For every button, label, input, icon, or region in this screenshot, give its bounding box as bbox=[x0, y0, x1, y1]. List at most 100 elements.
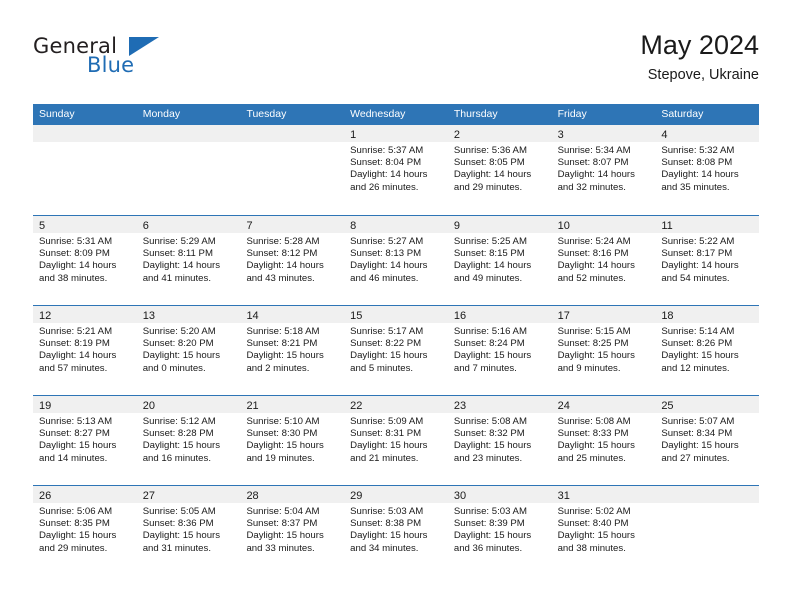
general-blue-logo[interactable]: General Blue bbox=[33, 34, 233, 90]
day-number: 17 bbox=[557, 310, 570, 322]
sunset-line: Sunset: 8:15 PM bbox=[453, 248, 525, 260]
day-cell[interactable]: 30 Sunrise: 5:03 AM Sunset: 8:39 PM Dayl… bbox=[447, 486, 552, 575]
day-cell[interactable]: 11 Sunrise: 5:22 AM Sunset: 8:17 PM Dayl… bbox=[655, 216, 760, 305]
day-cell[interactable]: 12 Sunrise: 5:21 AM Sunset: 8:19 PM Dayl… bbox=[33, 306, 137, 395]
sunrise-line: Sunrise: 5:15 AM bbox=[557, 326, 631, 337]
daylight-line-1: Daylight: 15 hours bbox=[453, 530, 532, 542]
sunset-line: Sunset: 8:19 PM bbox=[39, 338, 110, 350]
daylight-line-1: Daylight: 15 hours bbox=[453, 440, 532, 452]
daylight-line-1: Daylight: 14 hours bbox=[142, 260, 221, 272]
daylight-line-2: and 25 minutes. bbox=[557, 452, 626, 464]
day-number-band: 7 bbox=[240, 216, 345, 233]
day-cell[interactable]: 29 Sunrise: 5:03 AM Sunset: 8:38 PM Dayl… bbox=[344, 486, 448, 575]
day-number-band: 1 bbox=[344, 125, 448, 142]
sunset-line: Sunset: 8:25 PM bbox=[557, 338, 629, 350]
sunset-line: Sunset: 8:31 PM bbox=[350, 428, 422, 440]
day-number: 24 bbox=[557, 400, 570, 412]
day-cell[interactable]: 16 Sunrise: 5:16 AM Sunset: 8:24 PM Dayl… bbox=[447, 306, 552, 395]
day-number: 5 bbox=[39, 220, 46, 232]
day-details: Sunrise: 5:15 AM Sunset: 8:25 PM Dayligh… bbox=[552, 323, 656, 375]
day-cell[interactable]: 25 Sunrise: 5:07 AM Sunset: 8:34 PM Dayl… bbox=[655, 396, 760, 485]
sunrise-line: Sunrise: 5:04 AM bbox=[246, 506, 320, 517]
day-cell[interactable]: 26 Sunrise: 5:06 AM Sunset: 8:35 PM Dayl… bbox=[33, 486, 137, 575]
day-number: 27 bbox=[142, 490, 155, 502]
day-cell[interactable]: 4 Sunrise: 5:32 AM Sunset: 8:08 PM Dayli… bbox=[655, 125, 760, 215]
day-cell[interactable]: 24 Sunrise: 5:08 AM Sunset: 8:33 PM Dayl… bbox=[551, 396, 656, 485]
daylight-line-2: and 29 minutes. bbox=[453, 181, 523, 193]
weekday-header-friday: Friday bbox=[557, 108, 587, 120]
sunrise-line: Sunrise: 5:24 AM bbox=[557, 236, 631, 247]
day-cell[interactable]: 22 Sunrise: 5:09 AM Sunset: 8:31 PM Dayl… bbox=[344, 396, 448, 485]
daylight-line-2: and 21 minutes. bbox=[350, 452, 419, 464]
sunrise-line: Sunrise: 5:12 AM bbox=[142, 416, 216, 427]
daylight-line-2: and 16 minutes. bbox=[142, 452, 211, 464]
daylight-line-1: Daylight: 15 hours bbox=[142, 530, 221, 542]
week-row: 19 Sunrise: 5:13 AM Sunset: 8:27 PM Dayl… bbox=[33, 395, 760, 485]
day-cell[interactable]: 27 Sunrise: 5:05 AM Sunset: 8:36 PM Dayl… bbox=[136, 486, 241, 575]
sunrise-line: Sunrise: 5:09 AM bbox=[350, 416, 424, 427]
day-number: 2 bbox=[453, 129, 460, 141]
day-details: Sunrise: 5:21 AM Sunset: 8:19 PM Dayligh… bbox=[33, 323, 137, 375]
sunset-line: Sunset: 8:16 PM bbox=[557, 248, 629, 260]
day-cell[interactable]: 23 Sunrise: 5:08 AM Sunset: 8:32 PM Dayl… bbox=[447, 396, 552, 485]
day-cell[interactable]: 2 Sunrise: 5:36 AM Sunset: 8:05 PM Dayli… bbox=[447, 125, 552, 215]
day-number: 13 bbox=[142, 310, 155, 322]
day-number-band: 28 bbox=[240, 486, 345, 503]
day-cell[interactable]: 31 Sunrise: 5:02 AM Sunset: 8:40 PM Dayl… bbox=[551, 486, 656, 575]
day-number-band: 5 bbox=[33, 216, 137, 233]
day-cell[interactable] bbox=[33, 125, 137, 215]
day-cell[interactable]: 6 Sunrise: 5:29 AM Sunset: 8:11 PM Dayli… bbox=[136, 216, 241, 305]
day-cell[interactable]: 7 Sunrise: 5:28 AM Sunset: 8:12 PM Dayli… bbox=[240, 216, 345, 305]
day-cell[interactable]: 14 Sunrise: 5:18 AM Sunset: 8:21 PM Dayl… bbox=[240, 306, 345, 395]
day-cell[interactable]: 1 Sunrise: 5:37 AM Sunset: 8:04 PM Dayli… bbox=[344, 125, 448, 215]
day-details: Sunrise: 5:09 AM Sunset: 8:31 PM Dayligh… bbox=[344, 413, 448, 465]
sunset-line: Sunset: 8:28 PM bbox=[142, 428, 214, 440]
day-number: 12 bbox=[39, 310, 52, 322]
day-cell[interactable]: 28 Sunrise: 5:04 AM Sunset: 8:37 PM Dayl… bbox=[240, 486, 345, 575]
day-cell[interactable]: 15 Sunrise: 5:17 AM Sunset: 8:22 PM Dayl… bbox=[344, 306, 448, 395]
day-cell[interactable]: 17 Sunrise: 5:15 AM Sunset: 8:25 PM Dayl… bbox=[551, 306, 656, 395]
daylight-line-1: Daylight: 15 hours bbox=[246, 350, 324, 362]
day-cell[interactable]: 10 Sunrise: 5:24 AM Sunset: 8:16 PM Dayl… bbox=[551, 216, 656, 305]
week-row: 26 Sunrise: 5:06 AM Sunset: 8:35 PM Dayl… bbox=[33, 485, 760, 575]
day-cell[interactable]: 21 Sunrise: 5:10 AM Sunset: 8:30 PM Dayl… bbox=[240, 396, 345, 485]
day-details: Sunrise: 5:37 AM Sunset: 8:04 PM Dayligh… bbox=[344, 142, 448, 194]
sunrise-line: Sunrise: 5:03 AM bbox=[453, 506, 527, 517]
weekday-header-row: Sunday Monday Tuesday Wednesday Thursday… bbox=[33, 104, 759, 125]
day-cell[interactable]: 5 Sunrise: 5:31 AM Sunset: 8:09 PM Dayli… bbox=[33, 216, 137, 305]
sunrise-line: Sunrise: 5:16 AM bbox=[453, 326, 527, 337]
sunset-line: Sunset: 8:05 PM bbox=[453, 157, 525, 169]
sunset-line: Sunset: 8:33 PM bbox=[557, 428, 629, 440]
sunrise-line: Sunrise: 5:10 AM bbox=[246, 416, 320, 427]
weekday-header-monday: Monday bbox=[142, 108, 181, 120]
daylight-line-1: Daylight: 14 hours bbox=[557, 169, 635, 181]
sunrise-line: Sunrise: 5:08 AM bbox=[557, 416, 631, 427]
sunrise-line: Sunrise: 5:14 AM bbox=[661, 326, 735, 337]
daylight-line-1: Daylight: 15 hours bbox=[142, 350, 221, 362]
day-cell[interactable]: 19 Sunrise: 5:13 AM Sunset: 8:27 PM Dayl… bbox=[33, 396, 137, 485]
day-number-band: 15 bbox=[344, 306, 448, 323]
day-number-band: 16 bbox=[447, 306, 552, 323]
day-cell[interactable] bbox=[240, 125, 345, 215]
day-number-band: 2 bbox=[447, 125, 552, 142]
daylight-line-2: and 0 minutes. bbox=[142, 362, 206, 374]
day-cell[interactable] bbox=[655, 486, 760, 575]
day-number-band bbox=[33, 125, 137, 142]
day-cell[interactable]: 18 Sunrise: 5:14 AM Sunset: 8:26 PM Dayl… bbox=[655, 306, 760, 395]
day-cell[interactable]: 3 Sunrise: 5:34 AM Sunset: 8:07 PM Dayli… bbox=[551, 125, 656, 215]
sunrise-line: Sunrise: 5:18 AM bbox=[246, 326, 320, 337]
day-cell[interactable] bbox=[136, 125, 241, 215]
day-number-band bbox=[655, 486, 760, 503]
day-cell[interactable]: 13 Sunrise: 5:20 AM Sunset: 8:20 PM Dayl… bbox=[136, 306, 241, 395]
sunset-line: Sunset: 8:37 PM bbox=[246, 518, 318, 530]
day-number: 10 bbox=[557, 220, 570, 232]
day-number-band: 13 bbox=[136, 306, 241, 323]
day-cell[interactable]: 20 Sunrise: 5:12 AM Sunset: 8:28 PM Dayl… bbox=[136, 396, 241, 485]
day-number: 9 bbox=[453, 220, 460, 232]
day-details: Sunrise: 5:12 AM Sunset: 8:28 PM Dayligh… bbox=[137, 413, 241, 465]
day-cell[interactable]: 8 Sunrise: 5:27 AM Sunset: 8:13 PM Dayli… bbox=[344, 216, 448, 305]
day-cell[interactable]: 9 Sunrise: 5:25 AM Sunset: 8:15 PM Dayli… bbox=[447, 216, 552, 305]
day-details: Sunrise: 5:08 AM Sunset: 8:33 PM Dayligh… bbox=[552, 413, 656, 465]
daylight-line-2: and 2 minutes. bbox=[246, 362, 310, 374]
day-number: 23 bbox=[453, 400, 467, 412]
